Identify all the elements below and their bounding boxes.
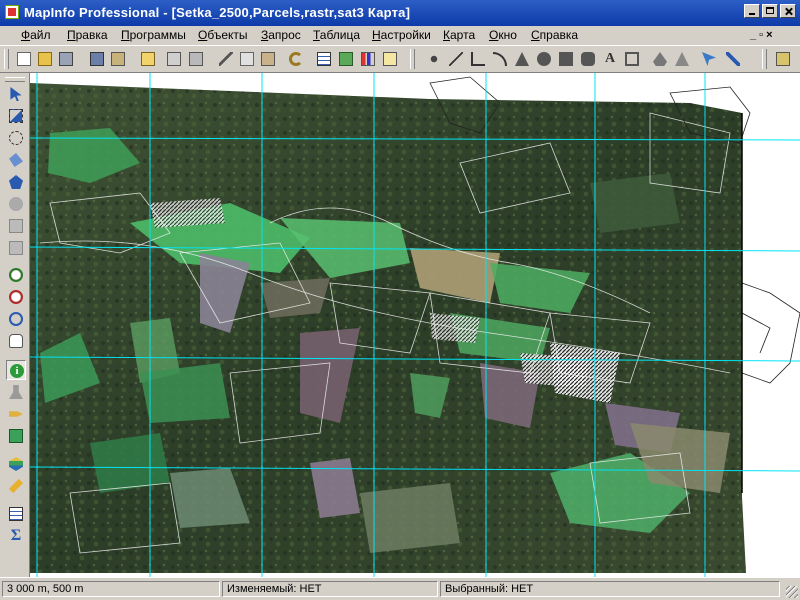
rounded-rectangle-icon[interactable] <box>579 50 597 68</box>
menu-options[interactable]: Настройки <box>372 28 431 42</box>
grabber-icon[interactable] <box>6 331 26 351</box>
paste-icon[interactable] <box>187 50 205 68</box>
menu-objects[interactable]: Объекты <box>198 28 248 42</box>
legend-icon[interactable] <box>6 504 26 524</box>
menu-window[interactable]: Окно <box>489 28 517 42</box>
undo-icon[interactable] <box>287 50 305 68</box>
invert-select-icon[interactable] <box>6 194 26 214</box>
menu-help[interactable]: Справка <box>531 28 578 42</box>
line-style-icon[interactable] <box>724 50 742 68</box>
add-node-icon[interactable] <box>673 50 691 68</box>
text-icon[interactable]: A <box>601 50 619 68</box>
toolbar-grip[interactable] <box>762 49 767 69</box>
menu-edit[interactable]: Правка <box>67 28 108 42</box>
menu-bar: Файл Правка Программы Объекты Запрос Таб… <box>0 26 800 45</box>
mapinfo-app-icon[interactable] <box>5 5 19 19</box>
info-icon[interactable]: i <box>6 360 26 380</box>
toolbar-grip[interactable] <box>410 49 415 69</box>
graph-icon[interactable] <box>359 50 377 68</box>
minimize-button[interactable] <box>744 4 760 18</box>
status-bar: 3 000 m, 500 m Изменяемый: НЕТ Выбранный… <box>0 577 800 600</box>
map-window[interactable] <box>30 73 800 577</box>
menu-query[interactable]: Запрос <box>261 28 301 42</box>
polyline-icon[interactable] <box>469 50 487 68</box>
line-icon[interactable] <box>447 50 465 68</box>
save-copy-icon[interactable] <box>88 50 106 68</box>
symbol-icon[interactable] <box>425 50 443 68</box>
print-icon[interactable] <box>165 50 183 68</box>
browser-icon[interactable] <box>315 50 333 68</box>
clipboard-icon[interactable] <box>259 50 277 68</box>
new-file-icon[interactable] <box>15 50 33 68</box>
satellite-raster-layer[interactable] <box>30 73 800 577</box>
open-workspace-icon[interactable] <box>109 50 127 68</box>
statistics-icon[interactable]: Σ <box>6 526 26 546</box>
window-controls <box>744 4 796 18</box>
zoom-out-icon[interactable] <box>6 287 26 307</box>
boundary-select-icon[interactable] <box>6 150 26 170</box>
zoom-in-icon[interactable] <box>6 265 26 285</box>
menu-table[interactable]: Таблица <box>313 28 360 42</box>
change-view-icon[interactable] <box>6 309 26 329</box>
layout-icon[interactable] <box>381 50 399 68</box>
toolbar-grip[interactable] <box>4 49 9 69</box>
reshape-icon[interactable] <box>651 50 669 68</box>
zoom-readout[interactable]: 3 000 m, 500 m <box>2 581 220 597</box>
select-icon[interactable] <box>6 84 26 104</box>
copy-icon[interactable] <box>238 50 256 68</box>
radius-select-icon[interactable] <box>6 128 26 148</box>
label-icon[interactable] <box>6 404 26 424</box>
open-file-icon[interactable] <box>36 50 54 68</box>
mdi-window-controls[interactable]: _ ▫ × <box>750 29 773 41</box>
close-button[interactable] <box>780 4 796 18</box>
save-icon[interactable] <box>57 50 75 68</box>
toolbox-grip[interactable] <box>5 77 25 82</box>
hotlink-icon[interactable] <box>6 382 26 402</box>
layer-control-icon[interactable] <box>6 454 26 474</box>
polygon-select-icon[interactable] <box>6 172 26 192</box>
polygon-icon[interactable] <box>513 50 531 68</box>
window-title: MapInfo Professional - [Setka_2500,Parce… <box>24 5 411 20</box>
ruler-icon[interactable] <box>6 476 26 496</box>
editable-layer-status[interactable]: Изменяемый: НЕТ <box>222 581 438 597</box>
tool-manager-icon[interactable] <box>774 50 792 68</box>
rectangle-icon[interactable] <box>557 50 575 68</box>
menu-programs[interactable]: Программы <box>121 28 186 42</box>
resize-grip[interactable] <box>786 586 798 598</box>
maximize-button[interactable] <box>762 4 778 18</box>
marquee-select-icon[interactable] <box>6 106 26 126</box>
ellipse-icon[interactable] <box>535 50 553 68</box>
menu-file[interactable]: Файл <box>21 28 51 42</box>
drag-map-icon[interactable] <box>6 426 26 446</box>
unselect-icon[interactable] <box>6 238 26 258</box>
graph-select-icon[interactable] <box>6 216 26 236</box>
frame-icon[interactable] <box>623 50 641 68</box>
pointer-style-icon[interactable] <box>700 50 718 68</box>
selectable-layer-status[interactable]: Выбранный: НЕТ <box>440 581 780 597</box>
main-toolbar: A <box>0 45 800 73</box>
main-toolbox: i Σ <box>0 73 30 577</box>
menu-map[interactable]: Карта <box>443 28 475 42</box>
cut-icon[interactable] <box>217 50 235 68</box>
title-bar[interactable]: MapInfo Professional - [Setka_2500,Parce… <box>0 0 800 26</box>
arc-icon[interactable] <box>491 50 509 68</box>
map-window-icon[interactable] <box>337 50 355 68</box>
print-preview-icon[interactable] <box>139 50 157 68</box>
